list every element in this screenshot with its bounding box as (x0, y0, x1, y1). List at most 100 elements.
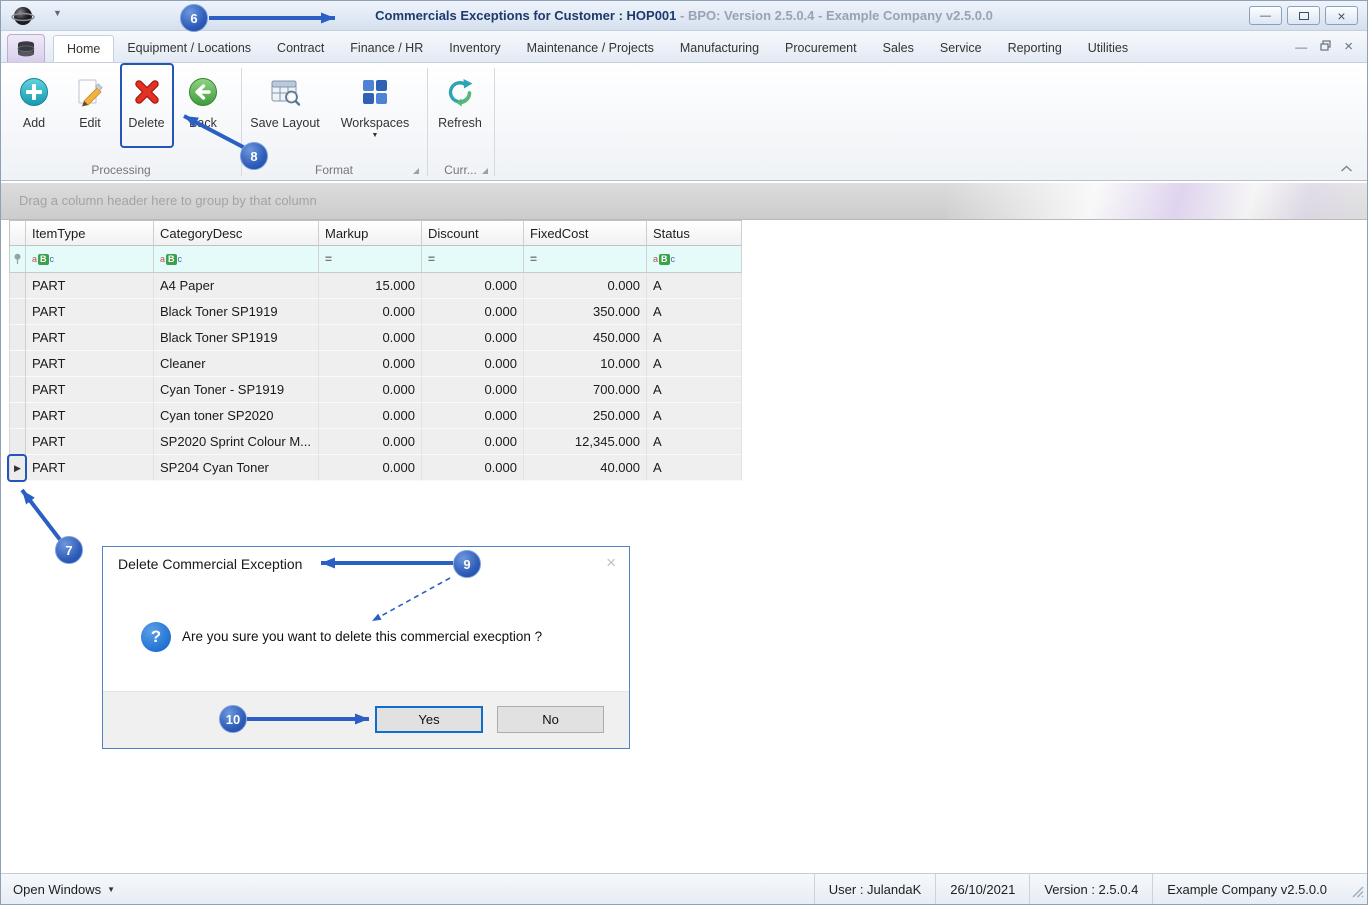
tab-inventory[interactable]: Inventory (436, 35, 513, 62)
workspaces-icon (363, 80, 387, 104)
tab-equipment-locations[interactable]: Equipment / Locations (114, 35, 264, 62)
filter-categorydesc[interactable]: aBc (154, 246, 319, 273)
cell-itemtype: PART (26, 403, 154, 429)
format-dialog-launcher-icon[interactable] (413, 168, 419, 174)
table-row[interactable]: PART Cyan Toner - SP1919 0.000 0.000 700… (9, 377, 742, 403)
cell-markup: 0.000 (319, 455, 422, 481)
tab-home[interactable]: Home (53, 35, 115, 62)
row-indicator (9, 325, 26, 351)
add-icon (20, 78, 48, 106)
cell-status: A (647, 455, 742, 481)
cell-itemtype: PART (26, 377, 154, 403)
status-date: 26/10/2021 (935, 874, 1029, 904)
cell-markup: 0.000 (319, 351, 422, 377)
cell-markup: 0.000 (319, 377, 422, 403)
minimize-button[interactable]: — (1249, 6, 1282, 25)
titlebar: ▼ Commercials Exceptions for Customer : … (1, 1, 1367, 31)
tab-maintenance-projects[interactable]: Maintenance / Projects (514, 35, 667, 62)
column-header-fixedcost[interactable]: FixedCost (524, 220, 647, 246)
refresh-label: Refresh (438, 116, 482, 130)
mdi-restore-icon[interactable] (1320, 40, 1331, 54)
table-row[interactable]: PART Black Toner SP1919 0.000 0.000 350.… (9, 299, 742, 325)
application-menu-button[interactable] (7, 34, 45, 62)
tab-reporting[interactable]: Reporting (995, 35, 1075, 62)
cell-discount: 0.000 (422, 325, 524, 351)
column-header-discount[interactable]: Discount (422, 220, 524, 246)
exceptions-grid: ItemType CategoryDesc Markup Discount Fi… (9, 220, 742, 481)
group-label-format: Format (314, 163, 353, 177)
cell-markup: 15.000 (319, 273, 422, 299)
filter-discount[interactable]: = (422, 246, 524, 273)
yes-button[interactable]: Yes (375, 706, 483, 733)
window-title: Commercials Exceptions for Customer : HO… (1, 1, 1367, 31)
row-indicator (9, 299, 26, 325)
table-row-selected[interactable]: ▶ PART SP204 Cyan Toner 0.000 0.000 40.0… (9, 455, 742, 481)
ribbon-collapse-icon[interactable] (1340, 161, 1353, 176)
cell-itemtype: PART (26, 273, 154, 299)
close-button[interactable]: × (1325, 6, 1358, 25)
save-layout-button[interactable]: Save Layout (244, 66, 326, 152)
tab-procurement[interactable]: Procurement (772, 35, 870, 62)
ribbon-tab-bar: Home Equipment / Locations Contract Fina… (1, 31, 1367, 63)
mdi-minimize-icon[interactable]: — (1295, 40, 1307, 54)
text-filter-icon: aBc (160, 253, 183, 265)
refresh-button[interactable]: Refresh (430, 66, 490, 152)
cell-itemtype: PART (26, 299, 154, 325)
tab-sales[interactable]: Sales (870, 35, 927, 62)
cell-categorydesc: Black Toner SP1919 (154, 299, 319, 325)
selected-row-indicator[interactable]: ▶ (9, 455, 26, 481)
tab-manufacturing[interactable]: Manufacturing (667, 35, 772, 62)
add-button[interactable]: Add (12, 66, 56, 152)
ribbon-group-separator (427, 68, 428, 176)
back-button[interactable]: Back (181, 66, 225, 152)
filter-fixedcost[interactable]: = (524, 246, 647, 273)
cell-discount: 0.000 (422, 377, 524, 403)
filter-pin-icon[interactable] (9, 246, 26, 273)
question-mark-icon: ? (141, 622, 171, 652)
cell-discount: 0.000 (422, 403, 524, 429)
delete-button[interactable]: Delete (122, 66, 171, 152)
open-windows-dropdown-icon[interactable]: ▼ (107, 885, 115, 894)
column-header-status[interactable]: Status (647, 220, 742, 246)
filter-status[interactable]: aBc (647, 246, 742, 273)
ribbon-group-separator (241, 68, 242, 176)
table-row[interactable]: PART Cyan toner SP2020 0.000 0.000 250.0… (9, 403, 742, 429)
dialog-close-icon[interactable]: × (606, 553, 616, 573)
cell-markup: 0.000 (319, 299, 422, 325)
tab-contract[interactable]: Contract (264, 35, 337, 62)
column-header-itemtype[interactable]: ItemType (26, 220, 154, 246)
delete-label: Delete (128, 116, 165, 130)
group-label-processing: Processing (91, 163, 151, 177)
resize-grip[interactable] (1351, 885, 1365, 902)
table-row[interactable]: PART Cleaner 0.000 0.000 10.000 A (9, 351, 742, 377)
table-row[interactable]: PART SP2020 Sprint Colour M... 0.000 0.0… (9, 429, 742, 455)
column-header-categorydesc[interactable]: CategoryDesc (154, 220, 319, 246)
filter-markup[interactable]: = (319, 246, 422, 273)
cell-status: A (647, 403, 742, 429)
no-button[interactable]: No (497, 706, 604, 733)
cell-categorydesc: Black Toner SP1919 (154, 325, 319, 351)
annotation-badge-7: 7 (55, 536, 83, 564)
open-windows-button[interactable]: Open Windows (13, 882, 101, 897)
mdi-close-icon[interactable]: × (1344, 39, 1353, 54)
filter-itemtype[interactable]: aBc (26, 246, 154, 273)
equals-filter-icon: = (428, 252, 436, 266)
edit-button[interactable]: Edit (68, 66, 112, 152)
cell-itemtype: PART (26, 455, 154, 481)
table-row[interactable]: PART Black Toner SP1919 0.000 0.000 450.… (9, 325, 742, 351)
grid-header-row: ItemType CategoryDesc Markup Discount Fi… (9, 220, 742, 246)
table-row[interactable]: PART A4 Paper 15.000 0.000 0.000 A (9, 273, 742, 299)
column-header-markup[interactable]: Markup (319, 220, 422, 246)
tab-finance-hr[interactable]: Finance / HR (337, 35, 436, 62)
group-by-bar[interactable]: Drag a column header here to group by th… (1, 183, 1367, 220)
workspaces-button[interactable]: Workspaces ▼ (332, 66, 418, 152)
currencies-dialog-launcher-icon[interactable] (482, 168, 488, 174)
tab-service[interactable]: Service (927, 35, 995, 62)
maximize-button[interactable] (1287, 6, 1320, 25)
cell-discount: 0.000 (422, 429, 524, 455)
cell-fixedcost: 10.000 (524, 351, 647, 377)
cell-fixedcost: 250.000 (524, 403, 647, 429)
tab-utilities[interactable]: Utilities (1075, 35, 1141, 62)
decorative-swoosh (947, 183, 1367, 219)
cell-discount: 0.000 (422, 351, 524, 377)
